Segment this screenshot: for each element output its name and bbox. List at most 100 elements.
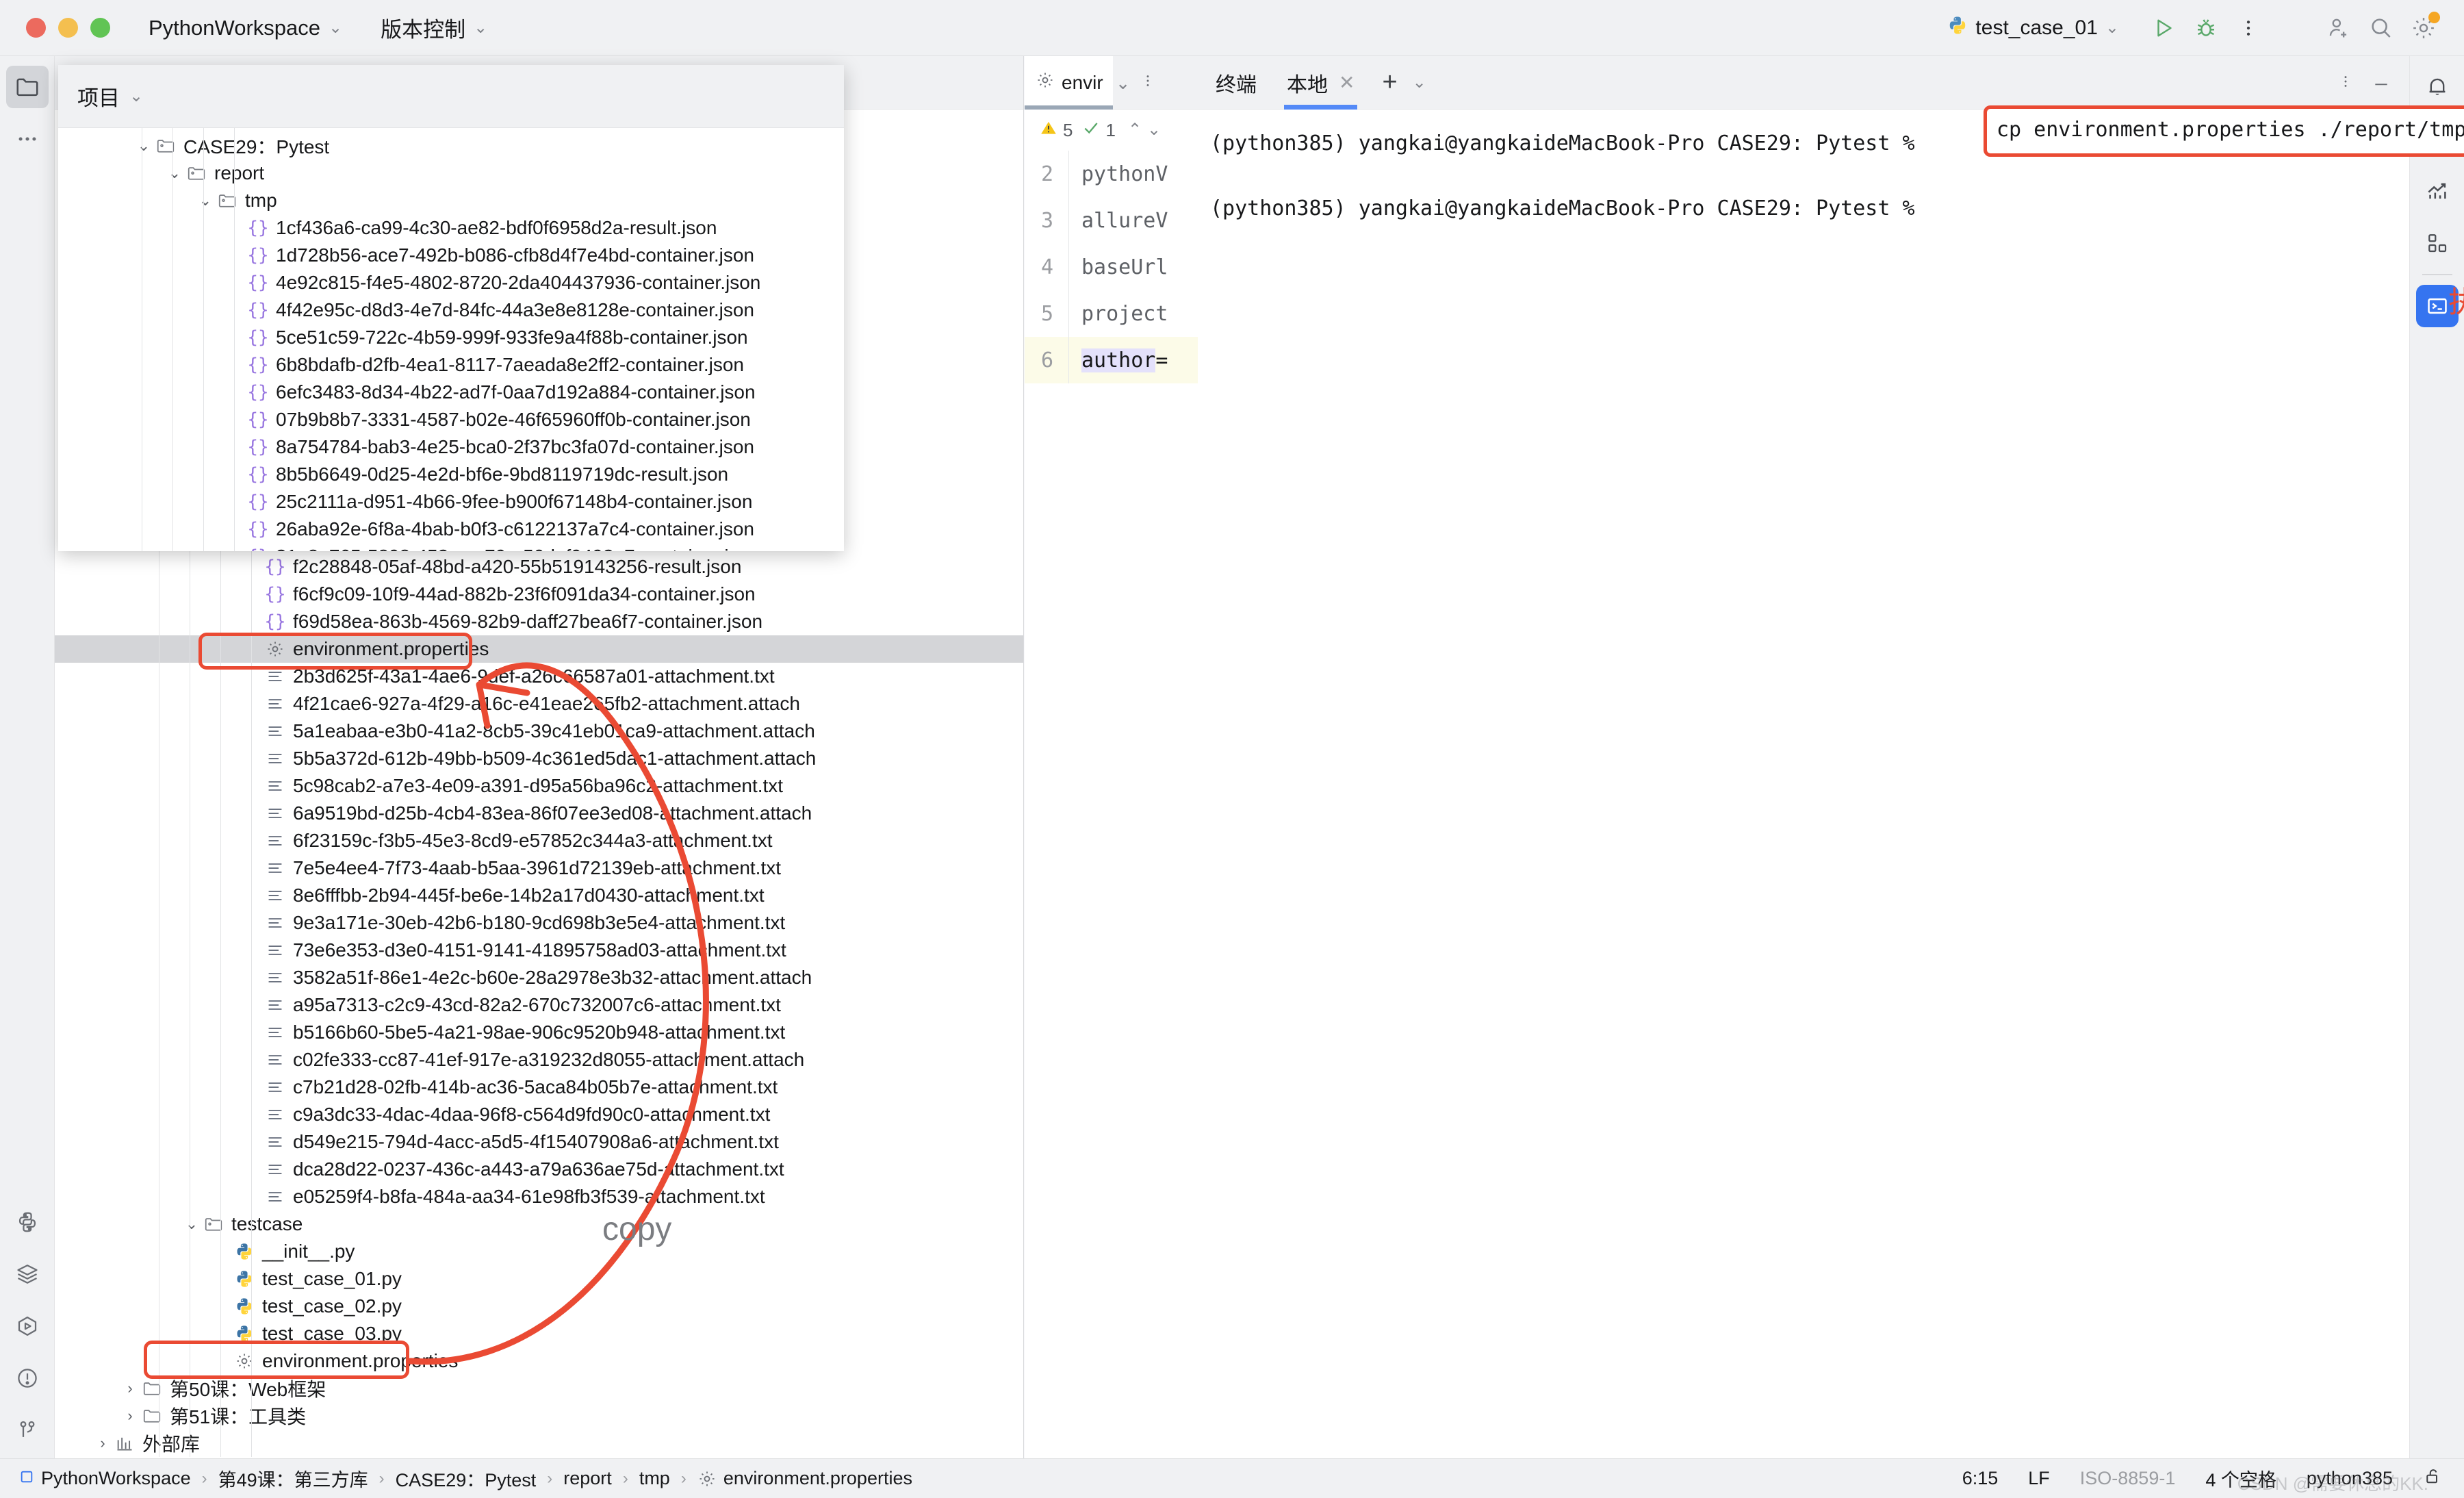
popup-row-json-2[interactable]: {} 4e92c815-f4e5-4802-8720-2da404437936-c… xyxy=(58,269,844,296)
terminal-tab-local[interactable]: 本地 ✕ xyxy=(1284,56,1358,110)
tree-row-attachment-18[interactable]: dca28d22-0237-436c-a443-a79a636ae75d-att… xyxy=(55,1156,1023,1183)
minimize-window-button[interactable] xyxy=(58,18,78,38)
tree-row-attachment-19[interactable]: e05259f4-b8fa-484a-aa34-61e98fb3f539-att… xyxy=(55,1183,1023,1210)
tree-row-attachment-8[interactable]: 8e6fffbb-2b94-445f-be6e-14b2a17d0430-att… xyxy=(55,882,1023,909)
tree-row-environment-properties-root[interactable]: environment.properties xyxy=(55,1347,1023,1375)
popup-row-json-10[interactable]: {} 25c2111a-d951-4b66-9fee-b900f67148b4-c… xyxy=(58,488,844,516)
tree-row-py-2[interactable]: test_case_02.py xyxy=(55,1293,1023,1320)
run-configuration-selector[interactable]: test_case_01 ⌄ xyxy=(1947,15,2119,41)
tree-row-attachment-7[interactable]: 7e5e4ee4-7f73-4aab-b5aa-3961d72139eb-att… xyxy=(55,854,1023,882)
tree-row-py-3[interactable]: test_case_03.py xyxy=(55,1320,1023,1347)
more-actions-button[interactable] xyxy=(2227,7,2270,49)
chevron-up-icon[interactable]: ⌃ xyxy=(1128,122,1142,138)
popup-row-json-8[interactable]: {} 8a754784-bab3-4e25-bca0-2f37bc3fa07d-c… xyxy=(58,433,844,461)
chevron-down-icon[interactable]: ⌄ xyxy=(195,192,216,210)
popup-row-json-0[interactable]: {} 1cf436a6-ca99-4c30-ae82-bdf0f6958d2a-r… xyxy=(58,214,844,242)
tree-row-folder-0[interactable]: › 第50课：Web框架 xyxy=(55,1375,1023,1402)
terminal-output[interactable]: (python385) yangkai@yangkaideMacBook-Pro… xyxy=(1198,105,2464,225)
problems-icon[interactable] xyxy=(6,1357,49,1399)
popup-row-json-1[interactable]: {} 1d728b56-ace7-492b-b086-cfb8d4f7e4bd-c… xyxy=(58,242,844,269)
chevron-right-icon[interactable]: › xyxy=(120,1380,140,1397)
breadcrumb-item-0[interactable]: PythonWorkspace xyxy=(19,1468,191,1489)
sidebar-item-project[interactable] xyxy=(5,66,49,108)
tree-row-attachment-3[interactable]: 5b5a372d-612b-49bb-b509-4c361ed5dac1-att… xyxy=(55,745,1023,772)
plus-icon[interactable]: + xyxy=(1382,68,1397,97)
chevron-right-icon[interactable]: › xyxy=(92,1434,113,1452)
breadcrumb-item-5[interactable]: environment.properties xyxy=(697,1468,912,1489)
tree-row-environment-properties-tmp[interactable]: environment.properties xyxy=(55,635,1023,663)
tree-row-py-1[interactable]: test_case_01.py xyxy=(55,1265,1023,1293)
chevron-down-icon[interactable]: ⌄ xyxy=(1413,73,1426,92)
close-window-button[interactable] xyxy=(26,18,46,38)
tree-row-json-14[interactable]: {} f6cf9c09-10f9-44ad-882b-23f6f091da34-c… xyxy=(55,581,1023,608)
add-user-icon[interactable] xyxy=(2318,7,2360,49)
tree-row-attachment-1[interactable]: 4f21cae6-927a-4f29-a16c-e41eae265fb2-att… xyxy=(55,690,1023,718)
popup-row-json-6[interactable]: {} 6efc3483-8d34-4b22-ad7f-0aa7d192a884-c… xyxy=(58,379,844,406)
popup-row-report[interactable]: ⌄ report xyxy=(58,160,844,187)
notifications-icon[interactable] xyxy=(2416,66,2459,108)
popup-row-json-4[interactable]: {} 5ce51c59-722c-4b59-999f-933fe9a4f88b-c… xyxy=(58,324,844,351)
layers-icon[interactable] xyxy=(6,1253,49,1295)
popup-row-json-9[interactable]: {} 8b5b6649-0d25-4e2d-bf6e-9bd8119719dc-r… xyxy=(58,461,844,488)
tree-row-attachment-12[interactable]: a95a7313-c2c9-43cd-82a2-670c732007c6-att… xyxy=(55,991,1023,1019)
plugins-icon[interactable] xyxy=(2416,222,2459,264)
window-controls[interactable] xyxy=(26,18,110,38)
tree-row-attachment-13[interactable]: b5166b60-5be5-4a21-98ae-906c9520b948-att… xyxy=(55,1019,1023,1046)
tree-row-json-15[interactable]: {} f69d58ea-863b-4569-82b9-daff27bea6f7-c… xyxy=(55,608,1023,635)
tree-row-py-0[interactable]: __init__.py xyxy=(55,1238,1023,1265)
tree-row-attachment-14[interactable]: c02fe333-cc87-41ef-917e-a319232d8055-att… xyxy=(55,1046,1023,1074)
more-tools-icon[interactable] xyxy=(6,118,49,160)
python-packages-icon[interactable] xyxy=(6,1201,49,1243)
tree-row-attachment-4[interactable]: 5c98cab2-a7e3-4e09-a391-d95a56ba96c2-att… xyxy=(55,772,1023,800)
tree-row-attachment-15[interactable]: c7b21d28-02fb-414b-ac36-5aca84b05b7e-att… xyxy=(55,1074,1023,1101)
tree-row-attachment-2[interactable]: 5a1eabaa-e3b0-41a2-8cb5-39c41eb01ca9-att… xyxy=(55,718,1023,745)
editor-line-5[interactable]: 5 project xyxy=(1025,290,1198,337)
caret-position[interactable]: 6:15 xyxy=(1962,1468,1999,1489)
inspection-widget[interactable]: 5 1 ⌃ ⌄ xyxy=(1025,110,1198,151)
editor-line-4[interactable]: 4 baseUrl xyxy=(1025,244,1198,290)
popup-row-json-5[interactable]: {} 6b8bdafb-d2fb-4ea1-8117-7aeada8e2ff2-c… xyxy=(58,351,844,379)
tree-row-attachment-11[interactable]: 3582a51f-86e1-4e2c-b60e-28a2978e3b32-att… xyxy=(55,964,1023,991)
chevron-down-icon[interactable]: ⌄ xyxy=(1147,122,1161,138)
version-control-icon[interactable] xyxy=(6,1409,49,1451)
popup-row-case29[interactable]: ⌄ CASE29：Pytest xyxy=(58,132,844,160)
breadcrumb-item-2[interactable]: CASE29：Pytest xyxy=(396,1465,537,1492)
profiler-icon[interactable] xyxy=(2416,170,2459,212)
gear-icon[interactable] xyxy=(2402,7,2445,49)
file-encoding[interactable]: ISO-8859-1 xyxy=(2080,1468,2176,1489)
chevron-right-icon[interactable]: › xyxy=(120,1407,140,1425)
popup-row-json-3[interactable]: {} 4f42e95c-d8d3-4e7d-84fc-44a3e8e8128e-c… xyxy=(58,296,844,324)
popup-row-json-11[interactable]: {} 26aba92e-6f8a-4bab-b0f3-c6122137a7c4-c… xyxy=(58,516,844,543)
chevron-down-icon[interactable]: ⌄ xyxy=(164,164,185,182)
breadcrumb-item-4[interactable]: tmp xyxy=(639,1468,670,1489)
popup-row-json-12[interactable]: {} 31a8e765-5898-453c-ac79-a50daf9493a7-c… xyxy=(58,543,844,551)
tree-row-folder-1[interactable]: › 第51课：工具类 xyxy=(55,1402,1023,1430)
editor-line-2[interactable]: 2 pythonV xyxy=(1025,151,1198,197)
chevron-down-icon[interactable]: ⌄ xyxy=(1116,74,1131,92)
tab-environment-properties[interactable]: envir xyxy=(1025,55,1113,110)
close-icon[interactable]: ✕ xyxy=(1339,71,1355,94)
project-name-menu[interactable]: PythonWorkspace ⌄ xyxy=(149,16,342,40)
tree-row-attachment-9[interactable]: 9e3a171e-30eb-42b6-b180-9cd698b3e5e4-att… xyxy=(55,909,1023,937)
tree-row-external-libraries[interactable]: › 外部库 xyxy=(55,1430,1023,1457)
tree-row-attachment-6[interactable]: 6f23159c-f3b5-45e3-8cd9-e57852c344a3-att… xyxy=(55,827,1023,854)
tree-row-testcase[interactable]: ⌄ testcase xyxy=(55,1210,1023,1238)
line-separator[interactable]: LF xyxy=(2028,1468,2050,1489)
minimize-icon[interactable] xyxy=(2371,73,2391,94)
tree-row-attachment-17[interactable]: d549e215-794d-4acc-a5d5-4f15407908a6-att… xyxy=(55,1128,1023,1156)
more-vertical-icon[interactable] xyxy=(1135,72,1161,93)
run-tool-icon[interactable] xyxy=(6,1305,49,1347)
tree-row-attachment-10[interactable]: 73e6e353-d3e0-4151-9141-41895758ad03-att… xyxy=(55,937,1023,964)
popup-row-json-7[interactable]: {} 07b9b8b7-3331-4587-b02e-46f65960ff0b-c… xyxy=(58,406,844,433)
editor-line-6[interactable]: 6 author = xyxy=(1025,337,1198,383)
editor-line-3[interactable]: 3 allureV xyxy=(1025,197,1198,244)
breadcrumb-item-3[interactable]: report xyxy=(563,1468,612,1489)
chevron-down-icon[interactable]: ⌄ xyxy=(133,137,154,155)
run-button[interactable] xyxy=(2142,7,2185,49)
vcs-menu[interactable]: 版本控制 ⌄ xyxy=(381,12,487,43)
debug-button[interactable] xyxy=(2185,7,2227,49)
tree-row-json-13[interactable]: {} f2c28848-05af-48bd-a420-55b519143256-r… xyxy=(55,553,1023,581)
more-vertical-icon[interactable] xyxy=(2338,73,2353,94)
chevron-down-icon[interactable]: ⌄ xyxy=(181,1215,202,1233)
popup-row-tmp[interactable]: ⌄ tmp xyxy=(58,187,844,214)
